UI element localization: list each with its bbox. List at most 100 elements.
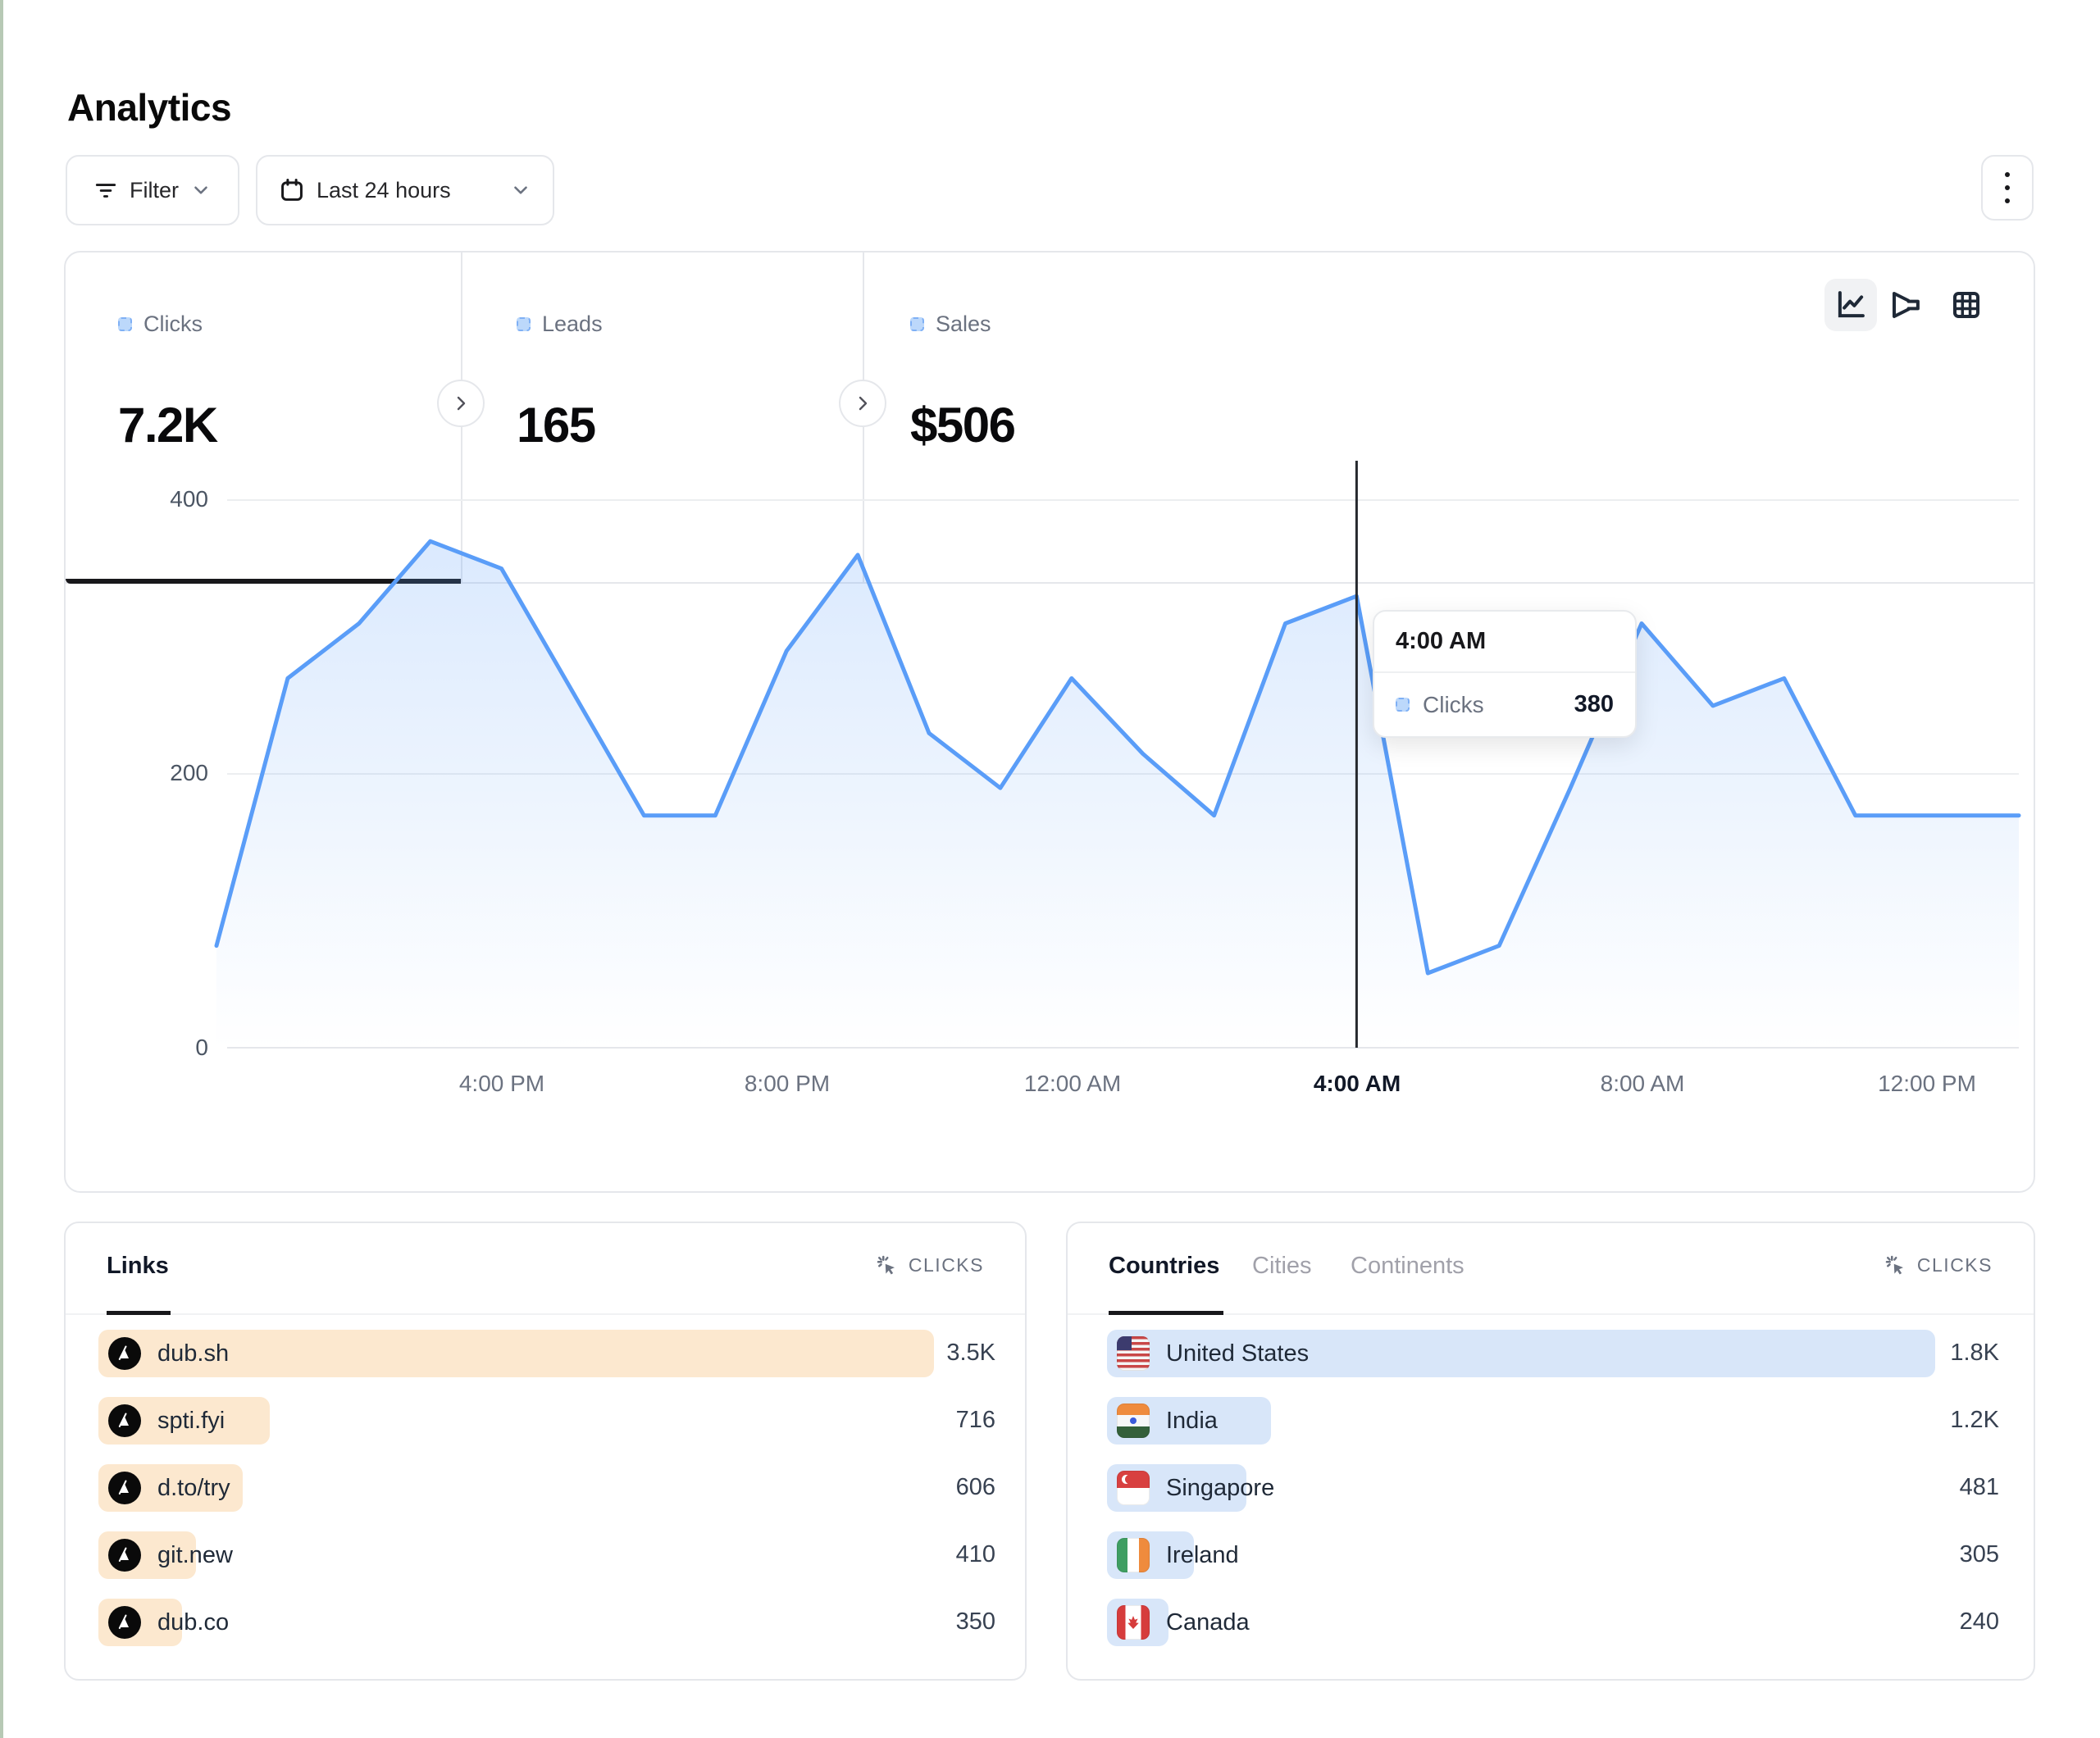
analytics-card: Clicks 7.2K Leads 165 Sales $506 — [64, 251, 2035, 1193]
funnel-view-button[interactable] — [1879, 279, 1932, 331]
links-metric-selector[interactable]: CLICKS — [874, 1253, 984, 1277]
stat-label: Sales — [936, 312, 991, 337]
links-panel-header: Links CLICKS — [66, 1223, 1025, 1315]
dub-logo-icon — [108, 1337, 141, 1370]
tooltip-series-label: Clicks — [1423, 692, 1484, 718]
link-clicks-value: 606 — [956, 1474, 995, 1501]
clicks-value: 7.2K — [118, 397, 217, 453]
links-panel: Links CLICKS dub.sh 3.5K spti.fyi 716 — [64, 1222, 1027, 1681]
more-options-button[interactable] — [1981, 155, 2034, 221]
geo-panel: Countries Cities Continents CLICKS Unite… — [1066, 1222, 2035, 1681]
line-chart-icon — [1834, 288, 1868, 322]
link-label: dub.co — [157, 1609, 229, 1636]
link-label: d.to/try — [157, 1475, 230, 1502]
geo-metric-selector[interactable]: CLICKS — [1883, 1253, 1993, 1277]
metric-label: CLICKS — [1917, 1254, 1993, 1276]
singapore-flag-icon — [1117, 1471, 1150, 1505]
canada-flag-icon — [1117, 1605, 1150, 1640]
x-axis-tick: 8:00 PM — [745, 1071, 830, 1097]
link-label: dub.sh — [157, 1340, 229, 1367]
chart-canvas — [66, 461, 2037, 1055]
geo-panel-header: Countries Cities Continents CLICKS — [1068, 1223, 2034, 1315]
link-clicks-value: 350 — [956, 1608, 995, 1636]
link-label: spti.fyi — [157, 1408, 225, 1435]
filter-button-label: Filter — [130, 178, 179, 203]
filter-icon — [93, 178, 118, 202]
x-axis-tick: 12:00 PM — [1878, 1071, 1976, 1097]
us-flag-icon — [1117, 1336, 1150, 1371]
country-clicks-value: 481 — [1960, 1474, 1999, 1501]
active-tab-underline — [107, 1311, 171, 1315]
calendar-icon — [279, 177, 305, 203]
tab-continents[interactable]: Continents — [1351, 1253, 1465, 1280]
expand-clicks-leads-button[interactable] — [437, 380, 485, 427]
link-row-d-to-try[interactable]: d.to/try 606 — [98, 1464, 995, 1512]
india-flag-icon — [1117, 1404, 1150, 1438]
metric-label: CLICKS — [909, 1254, 984, 1276]
link-row-git-new[interactable]: git.new 410 — [98, 1531, 995, 1579]
dub-logo-icon — [108, 1404, 141, 1437]
tab-cities[interactable]: Cities — [1252, 1253, 1312, 1280]
chevron-down-icon — [510, 180, 531, 201]
leads-value: 165 — [517, 397, 595, 453]
cursor-click-icon — [1883, 1253, 1907, 1277]
date-range-button[interactable]: Last 24 hours — [256, 155, 554, 225]
x-axis-tick-active: 4:00 AM — [1314, 1071, 1401, 1097]
clicks-legend-icon — [1396, 698, 1410, 712]
stat-label: Leads — [542, 312, 603, 337]
dub-logo-icon — [108, 1606, 141, 1639]
country-row-canada[interactable]: Canada 240 — [1107, 1599, 2001, 1646]
line-chart-view-button[interactable] — [1824, 279, 1877, 331]
leads-legend-icon — [517, 317, 531, 331]
country-row-ireland[interactable]: Ireland 305 — [1107, 1531, 2001, 1579]
table-view-button[interactable] — [1940, 279, 1993, 331]
tooltip-value: 380 — [1574, 691, 1614, 718]
link-label: git.new — [157, 1542, 233, 1569]
country-label: Canada — [1166, 1609, 1250, 1636]
x-axis-tick: 8:00 AM — [1601, 1071, 1685, 1097]
dub-logo-icon — [108, 1539, 141, 1572]
page-title: Analytics — [67, 85, 231, 130]
y-axis-tick: 400 — [118, 486, 208, 512]
country-row-singapore[interactable]: Singapore 481 — [1107, 1464, 2001, 1512]
funnel-icon — [1888, 288, 1923, 322]
country-row-united-states[interactable]: United States 1.8K — [1107, 1330, 2001, 1377]
tab-links[interactable]: Links — [107, 1253, 169, 1280]
clicks-legend-icon — [118, 317, 132, 331]
date-range-label: Last 24 hours — [317, 178, 451, 203]
country-label: Ireland — [1166, 1542, 1239, 1569]
y-axis-tick: 200 — [118, 760, 208, 786]
link-clicks-value: 716 — [956, 1407, 995, 1434]
active-tab-underline — [1109, 1311, 1223, 1315]
kebab-menu-icon — [2005, 172, 2010, 203]
grid-table-icon — [1949, 288, 1984, 322]
link-clicks-value: 410 — [956, 1541, 995, 1568]
country-clicks-value: 305 — [1960, 1541, 1999, 1568]
window-edge-strip — [0, 0, 3, 1738]
link-clicks-value: 3.5K — [946, 1340, 995, 1367]
link-row-dub-co[interactable]: dub.co 350 — [98, 1599, 995, 1646]
clicks-time-series-chart[interactable]: 400 200 0 4:00 PM 8:00 PM 12:00 AM — [66, 461, 2037, 1133]
analytics-page: Analytics Filter Last 24 hours — [0, 0, 2100, 1738]
country-label: Singapore — [1166, 1475, 1274, 1502]
clicks-area — [216, 541, 2019, 1049]
sales-value: $506 — [910, 397, 1014, 453]
cursor-click-icon — [874, 1253, 899, 1277]
link-row-spti-fyi[interactable]: spti.fyi 716 — [98, 1397, 995, 1445]
country-row-india[interactable]: India 1.2K — [1107, 1397, 2001, 1445]
filter-button[interactable]: Filter — [66, 155, 239, 225]
chevron-down-icon — [190, 180, 212, 201]
link-row-dub-sh[interactable]: dub.sh 3.5K — [98, 1330, 995, 1377]
tooltip-time: 4:00 AM — [1374, 612, 1635, 673]
expand-leads-sales-button[interactable] — [839, 380, 886, 427]
country-label: India — [1166, 1408, 1218, 1435]
sales-legend-icon — [910, 317, 924, 331]
dub-logo-icon — [108, 1472, 141, 1504]
x-axis-tick: 12:00 AM — [1024, 1071, 1121, 1097]
tab-countries[interactable]: Countries — [1109, 1253, 1219, 1280]
country-label: United States — [1166, 1340, 1309, 1367]
y-axis-tick: 0 — [118, 1035, 208, 1061]
country-clicks-value: 1.2K — [1950, 1407, 1999, 1434]
chart-tooltip: 4:00 AM Clicks 380 — [1373, 610, 1637, 738]
country-clicks-value: 1.8K — [1950, 1340, 1999, 1367]
